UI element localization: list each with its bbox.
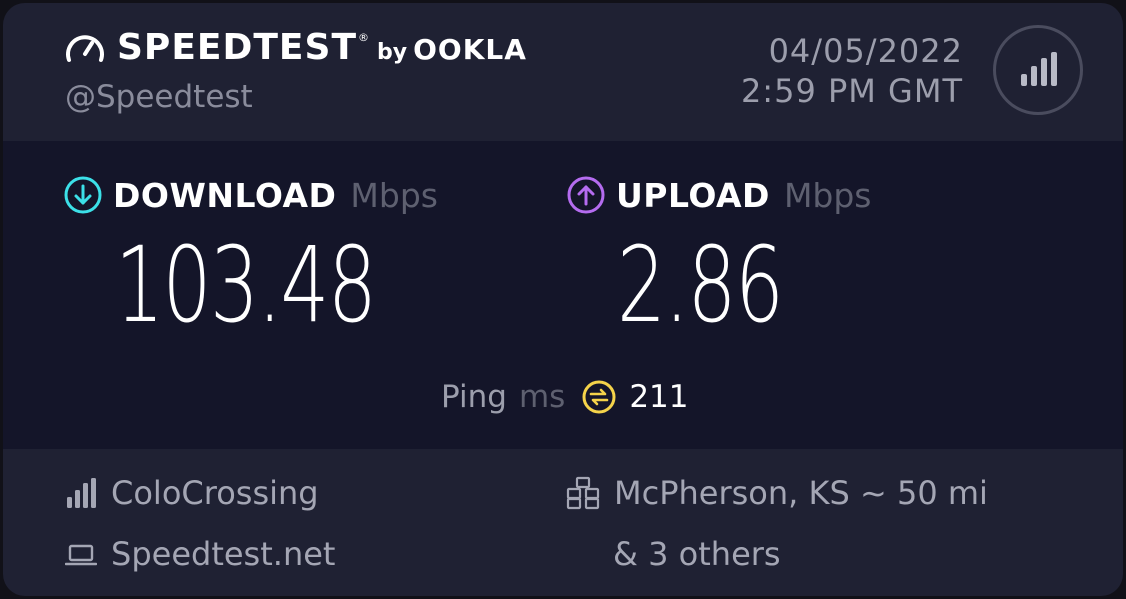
results-button[interactable] <box>993 25 1083 115</box>
upload-unit: Mbps <box>783 175 872 215</box>
connection-info: ColoCrossing Speedtest.net McPherson, KS… <box>3 449 1123 596</box>
brand-logo: SPEEDTEST ® by OOKLA <box>63 27 527 68</box>
site-info: Speedtest.net <box>65 535 335 573</box>
laptop-icon <box>65 544 97 566</box>
test-datetime: 04/05/2022 2:59 PM GMT <box>741 31 963 111</box>
header: SPEEDTEST ® by OOKLA @Speedtest 04/05/20… <box>3 3 1123 141</box>
server-info[interactable]: McPherson, KS ~ 50 mi <box>566 474 988 512</box>
download-label: DOWNLOAD <box>113 175 337 215</box>
arrow-up-circle-icon <box>567 176 605 214</box>
trademark-symbol: ® <box>358 31 370 44</box>
test-time: 2:59 PM GMT <box>740 72 963 110</box>
upload-label: UPLOAD <box>616 175 770 215</box>
ping-unit: ms <box>518 379 566 415</box>
signal-bars-icon <box>67 478 96 508</box>
other-servers[interactable]: & 3 others <box>613 535 781 573</box>
upload-header: UPLOAD Mbps <box>566 175 872 215</box>
ping-value: 211 <box>629 379 689 415</box>
download-unit: Mbps <box>350 175 438 215</box>
result-card: SPEEDTEST ® by OOKLA @Speedtest 04/05/20… <box>3 3 1123 596</box>
test-date: 04/05/2022 <box>768 32 963 70</box>
company-name: OOKLA <box>413 33 527 66</box>
account-handle[interactable]: @Speedtest <box>65 79 253 115</box>
server-icon <box>566 476 600 510</box>
download-header: DOWNLOAD Mbps <box>63 175 438 215</box>
results-panel: DOWNLOAD Mbps 103.48 UPLOAD Mbps 2.86 Pi… <box>3 141 1123 449</box>
ping-icon <box>582 380 616 414</box>
isp-name: ColoCrossing <box>111 474 319 512</box>
brand-by: by <box>377 40 408 65</box>
site-name[interactable]: Speedtest.net <box>111 535 335 573</box>
server-location: McPherson, KS ~ 50 mi <box>614 474 988 512</box>
brand-name: SPEEDTEST <box>117 27 358 68</box>
arrow-down-circle-icon <box>64 176 102 214</box>
ping-label: Ping <box>441 379 507 415</box>
upload-value: 2.86 <box>617 224 784 346</box>
download-value: 103.48 <box>115 224 377 346</box>
ping-row: Ping ms 211 <box>441 379 688 415</box>
isp-info: ColoCrossing <box>65 474 319 512</box>
results-bars-icon <box>1021 52 1057 86</box>
speedometer-icon <box>66 34 104 62</box>
